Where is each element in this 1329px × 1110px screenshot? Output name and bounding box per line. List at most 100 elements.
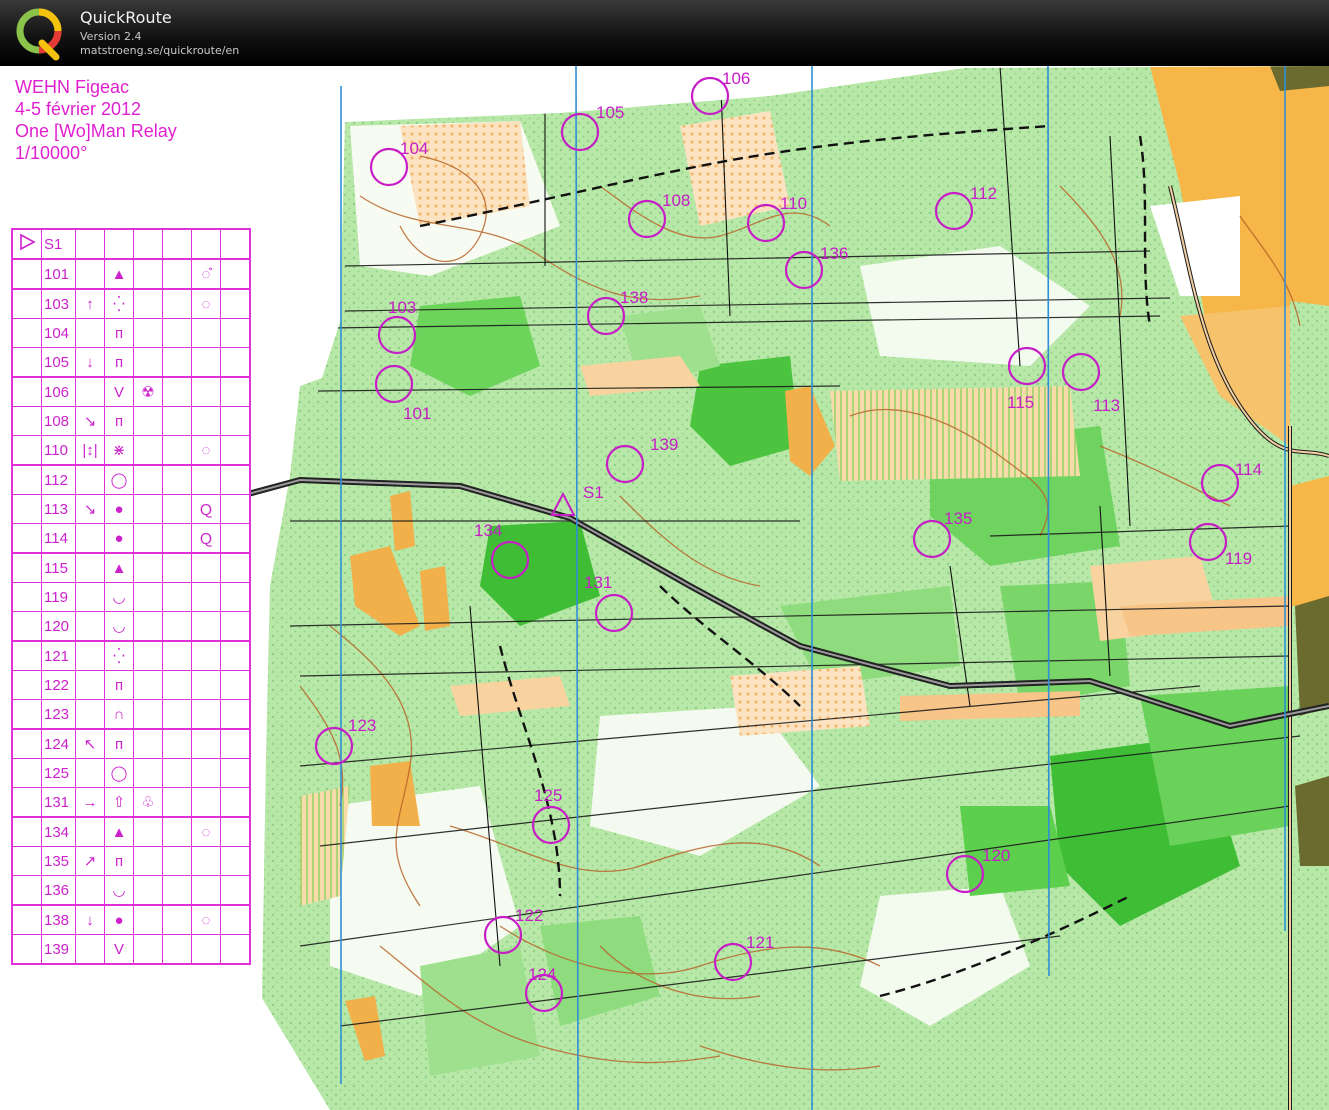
direction-symbol: [75, 611, 105, 642]
control-number: 124: [528, 965, 556, 984]
description-cell: [162, 406, 192, 436]
control-description-table: S1 101 ▲ ◌̊ 103 ↑ ⁛ ◌ 104 ᴨ 105 ↓ ᴨ 106 V ☢ 108 ↘ ᴨ 110 |↕| ⋇…: [11, 228, 251, 965]
extra-symbol: ♧: [133, 787, 163, 818]
direction-symbol: [75, 816, 105, 847]
control-code: 125: [41, 758, 76, 788]
direction-symbol: [75, 699, 105, 730]
feature-symbol: ⋇: [104, 435, 134, 466]
description-cell: [220, 582, 251, 612]
description-row: 104 ᴨ: [11, 318, 251, 348]
position-symbol: [191, 758, 221, 788]
extra-symbol: [133, 347, 163, 378]
extra-symbol: [133, 934, 163, 965]
position-symbol: [191, 582, 221, 612]
description-cell: [11, 464, 42, 495]
description-cell: [220, 258, 251, 290]
description-cell: [162, 670, 192, 700]
description-cell: [11, 934, 42, 965]
description-cell: [11, 670, 42, 700]
position-symbol: [191, 934, 221, 965]
description-cell: [191, 228, 221, 260]
control-code: 134: [41, 816, 76, 847]
control-number: 139: [650, 435, 678, 454]
description-cell: [220, 816, 251, 847]
description-cell: [162, 875, 192, 906]
control-code: 124: [41, 728, 76, 759]
direction-symbol: [75, 523, 105, 554]
description-cell: [220, 406, 251, 436]
control-number: 134: [474, 521, 502, 540]
feature-symbol: ◯: [104, 758, 134, 788]
control-code: 119: [41, 582, 76, 612]
description-cell: [11, 494, 42, 524]
description-start-row: S1: [11, 228, 251, 260]
description-row: 124 ↖ ᴨ: [11, 728, 251, 759]
start-triangle-icon: [11, 228, 42, 260]
feature-symbol: ∩: [104, 699, 134, 730]
app-titlebar: QuickRoute Version 2.4 matstroeng.se/qui…: [0, 0, 1329, 66]
direction-symbol: ↗: [75, 846, 105, 876]
control-number: 105: [596, 103, 624, 122]
direction-symbol: ↓: [75, 904, 105, 935]
description-row: 106 V ☢: [11, 376, 251, 407]
description-row: 113 ↘ ● Ｑ: [11, 494, 251, 524]
control-code: 122: [41, 670, 76, 700]
description-row: 103 ↑ ⁛ ◌: [11, 288, 251, 319]
description-cell: [162, 728, 192, 759]
description-row: 122 ᴨ: [11, 670, 251, 700]
control-code: 135: [41, 846, 76, 876]
description-cell: [11, 258, 42, 290]
feature-symbol: ▲: [104, 816, 134, 847]
position-symbol: ◌: [191, 816, 221, 847]
extra-symbol: [133, 552, 163, 583]
control-code: 104: [41, 318, 76, 348]
description-cell: [220, 728, 251, 759]
description-cell: [220, 699, 251, 730]
event-dates: 4-5 février 2012: [15, 99, 142, 119]
description-cell: [220, 611, 251, 642]
control-code: 139: [41, 934, 76, 965]
extra-symbol: ☢: [133, 376, 163, 407]
feature-symbol: V: [104, 934, 134, 965]
control-number: 101: [403, 404, 431, 423]
direction-symbol: →: [75, 787, 105, 818]
description-cell: [11, 523, 42, 554]
control-number: 103: [388, 298, 416, 317]
orienteering-map[interactable]: 106 105 104 108 110 112 136 138 103 101 115 113 139 1…: [0, 66, 1329, 1110]
start-label: S1: [583, 483, 604, 502]
position-symbol: [191, 699, 221, 730]
position-symbol: ◌: [191, 288, 221, 319]
extra-symbol: [133, 258, 163, 290]
feature-symbol: ⁛: [104, 640, 134, 671]
position-symbol: [191, 376, 221, 407]
description-cell: [220, 758, 251, 788]
description-cell: [220, 787, 251, 818]
description-row: 135 ↗ ᴨ: [11, 846, 251, 876]
direction-symbol: [75, 464, 105, 495]
description-cell: [11, 582, 42, 612]
description-cell: [220, 875, 251, 906]
description-row: 114 ● Ｑ: [11, 523, 251, 554]
description-cell: [11, 552, 42, 583]
position-symbol: [191, 846, 221, 876]
control-number: 113: [1093, 396, 1120, 415]
feature-symbol: ◡: [104, 582, 134, 612]
control-number: 119: [1225, 549, 1252, 568]
description-cell: [220, 670, 251, 700]
description-cell: [220, 523, 251, 554]
control-number: 125: [534, 786, 562, 805]
description-cell: [162, 464, 192, 495]
control-number: 131: [584, 573, 612, 592]
position-symbol: [191, 347, 221, 378]
control-number: 106: [722, 69, 750, 88]
position-symbol: Ｑ: [191, 523, 221, 554]
feature-symbol: ●: [104, 523, 134, 554]
feature-symbol: ᴨ: [104, 318, 134, 348]
direction-symbol: [75, 258, 105, 290]
position-symbol: ◌: [191, 904, 221, 935]
extra-symbol: [133, 875, 163, 906]
extra-symbol: [133, 640, 163, 671]
description-row: 105 ↓ ᴨ: [11, 347, 251, 378]
direction-symbol: [75, 376, 105, 407]
app-version: Version 2.4: [80, 30, 142, 43]
